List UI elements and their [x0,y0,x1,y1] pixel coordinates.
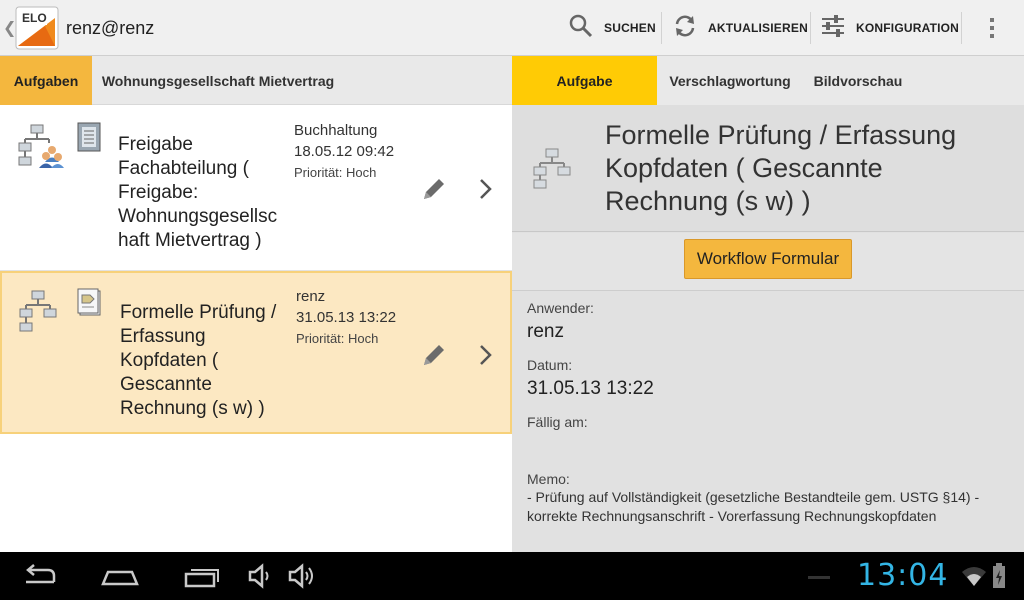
clock: 13:04 [857,558,949,593]
action-bar: ❮ ELO renz@renz SUCHEN AKTUALISIEREN KON… [0,0,1024,56]
document-icon [76,121,104,158]
home-icon[interactable] [100,562,140,595]
configuration-label: KONFIGURATION [856,21,960,35]
due-label: Fällig am: [527,414,588,430]
chevron-right-icon[interactable] [478,343,494,372]
left-tab-bar: Aufgaben Wohnungsgesellschaft Mietvertra… [0,56,512,105]
back-icon[interactable] [20,562,60,595]
task-row[interactable]: Freigabe Fachabteilung ( Freigabe: Wohnu… [0,105,512,270]
notification-dash-icon [808,576,830,579]
refresh-icon [672,13,698,44]
configuration-button[interactable]: KONFIGURATION [820,0,959,56]
memo-label: Memo: [527,471,570,487]
task-row-selected[interactable]: Formelle Prüfung / Erfassung Kopfdaten (… [0,271,512,434]
divider [961,12,962,44]
edit-pencil-icon[interactable] [420,341,448,374]
scanned-document-icon [76,287,104,322]
task-date: 18.05.12 09:42 [294,143,395,160]
task-user: Buchhaltung [294,122,378,139]
workflow-button-area: Workflow Formular [512,233,1024,291]
tab-wohnungsgesellschaft-mietvertrag[interactable]: Wohnungsgesellschaft Mietvertrag [92,56,344,105]
task-list: Freigabe Fachabteilung ( Freigabe: Wohnu… [0,105,512,552]
overflow-menu-icon[interactable] [982,0,1002,56]
edit-pencil-icon[interactable] [420,175,448,208]
tab-aufgabe[interactable]: Aufgabe [512,56,657,105]
system-navigation-bar: 13:04 [0,552,1024,600]
detail-title: Formelle Prüfung / Erfassung Kopfdaten (… [605,120,957,216]
date-value: 31.05.13 13:22 [527,378,654,399]
task-title: Formelle Prüfung / Erfassung Kopfdaten (… [120,302,277,419]
user-label: Anwender: [527,300,594,316]
tab-bildvorschau[interactable]: Bildvorschau [803,56,913,105]
search-label: SUCHEN [604,21,656,35]
elo-logo-icon[interactable]: ELO [15,6,59,50]
right-tab-bar: Aufgabe Verschlagwortung Bildvorschau [512,56,1024,105]
wifi-icon [960,564,988,593]
workflow-icon [18,289,58,340]
task-meta: Buchhaltung 18.05.12 09:42 Priorität: Ho… [294,122,414,180]
date-label: Datum: [527,357,573,373]
tab-verschlagwortung[interactable]: Verschlagwortung [657,56,803,105]
search-icon [568,13,594,44]
volume-up-icon[interactable] [286,562,318,595]
task-date: 31.05.13 13:22 [296,309,397,326]
sliders-icon [820,13,846,44]
task-priority: Priorität: Hoch [296,331,379,346]
svg-text:ELO: ELO [22,11,47,25]
recent-apps-icon[interactable] [182,562,222,595]
battery-icon [992,562,1006,595]
task-meta: renz 31.05.13 13:22 Priorität: Hoch [296,288,416,346]
detail-header: Formelle Prüfung / Erfassung Kopfdaten (… [512,105,1024,232]
tab-aufgaben[interactable]: Aufgaben [0,56,92,105]
task-user: renz [296,288,326,305]
detail-panel: Aufgabe Verschlagwortung Bildvorschau Fo… [512,56,1024,552]
task-title: Freigabe Fachabteilung ( Freigabe: Wohnu… [118,134,278,251]
volume-down-icon[interactable] [246,562,274,595]
refresh-button[interactable]: AKTUALISIEREN [672,0,808,56]
memo-text: - Prüfung auf Vollständigkeit (gesetzlic… [527,489,980,524]
task-priority: Priorität: Hoch [294,165,377,180]
divider [810,12,811,44]
chevron-right-icon[interactable] [478,177,494,206]
detail-fields: Anwender: renz Datum: 31.05.13 13:22 Fäl… [512,292,1024,552]
divider [661,12,662,44]
workflow-form-button[interactable]: Workflow Formular [684,239,852,279]
workflow-icon [532,147,572,196]
refresh-label: AKTUALISIEREN [708,21,808,35]
user-value: renz [527,321,564,342]
search-button[interactable]: SUCHEN [568,0,656,56]
account-name: renz@renz [66,18,155,38]
workflow-group-icon [18,123,64,174]
